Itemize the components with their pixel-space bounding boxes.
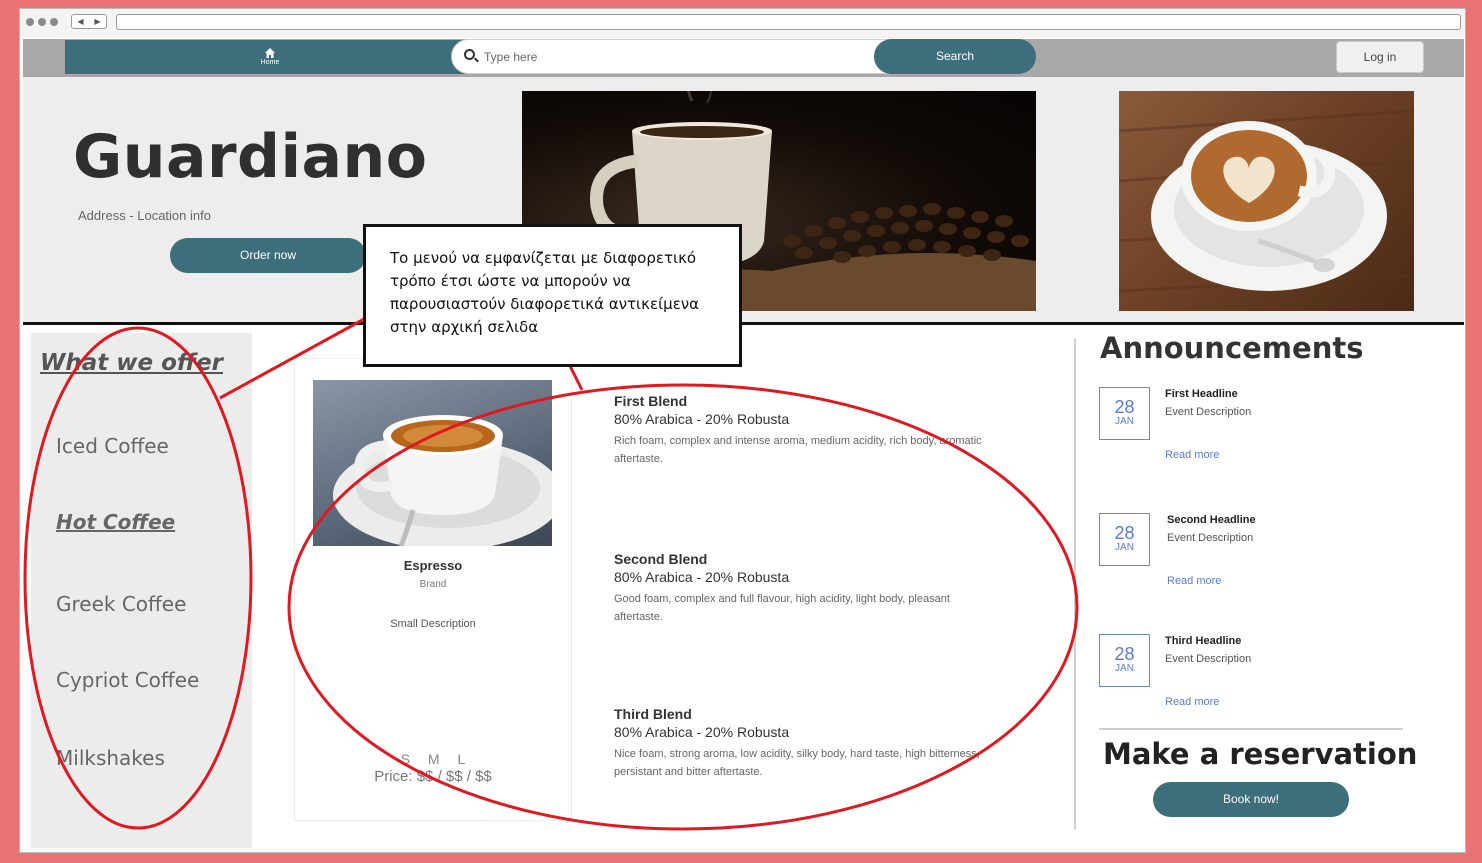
sidebar-title: What we offer	[40, 350, 224, 376]
announcement-headline: Third Headline	[1165, 635, 1242, 647]
date-month: JAN	[1115, 663, 1134, 674]
blend-description: Rich foam, complex and intense aroma, me…	[614, 435, 982, 465]
reservation-divider	[1099, 728, 1403, 730]
blend-composition: 80% Arabica - 20% Robusta	[614, 411, 790, 427]
sidebar-item-greek-coffee[interactable]: Greek Coffee	[56, 592, 186, 616]
hero-section: Guardiano Address - Location info Order …	[23, 77, 1464, 323]
blend-item[interactable]: First Blend 80% Arabica - 20% Robusta Ri…	[614, 393, 994, 468]
product-description: Small Description	[390, 618, 476, 630]
product-sizes[interactable]: S M L	[295, 751, 571, 767]
date-month: JAN	[1115, 542, 1134, 553]
product-card[interactable]: Espresso Brand Small Description S M L P…	[294, 358, 572, 821]
window-controls	[26, 18, 58, 26]
browser-chrome: ◀ ▶	[20, 9, 1465, 38]
home-icon	[265, 48, 275, 58]
column-divider	[1074, 339, 1076, 829]
blend-description: Nice foam, strong aroma, low acidity, si…	[614, 748, 980, 778]
read-more-link[interactable]: Read more	[1167, 575, 1221, 587]
date-day: 28	[1114, 523, 1135, 543]
blend-item[interactable]: Second Blend 80% Arabica - 20% Robusta G…	[614, 551, 994, 626]
blend-composition: 80% Arabica - 20% Robusta	[614, 569, 790, 585]
announcements-title: Announcements	[1100, 331, 1364, 365]
nav-home-area: Home	[65, 40, 475, 74]
blend-name: First Blend	[614, 393, 688, 409]
search-bar: Search	[451, 39, 1036, 74]
home-button[interactable]: Home	[255, 45, 285, 71]
announcement-item: 28 JAN Second Headline Event Description…	[1099, 513, 1409, 593]
brand-title: Guardiano	[73, 122, 428, 192]
date-month: JAN	[1115, 416, 1134, 427]
sidebar-item-cypriot-coffee[interactable]: Cypriot Coffee	[56, 668, 199, 692]
annotation-note: Το μενού να εμφανίζεται με διαφορετικό τ…	[363, 224, 742, 367]
read-more-link[interactable]: Read more	[1165, 696, 1219, 708]
login-button[interactable]: Log in	[1336, 41, 1424, 73]
book-now-button[interactable]: Book now!	[1153, 782, 1349, 817]
section-divider	[23, 322, 1464, 325]
product-name: Espresso	[403, 558, 463, 573]
search-input[interactable]	[484, 48, 864, 66]
site-navbar: Home Search Log in	[23, 39, 1464, 77]
announcement-item: 28 JAN Third Headline Event Description …	[1099, 634, 1409, 714]
home-label: Home	[260, 59, 280, 66]
espresso-photo	[313, 380, 552, 546]
announcement-description: Event Description	[1165, 406, 1252, 418]
window-dot[interactable]	[26, 18, 34, 26]
menu-sidebar: What we offer Iced Coffee Hot Coffee Gre…	[31, 333, 252, 848]
date-badge: 28 JAN	[1099, 513, 1150, 566]
date-day: 28	[1114, 397, 1135, 417]
blend-item[interactable]: Third Blend 80% Arabica - 20% Robusta Ni…	[614, 706, 994, 781]
announcement-headline: First Headline	[1165, 388, 1238, 400]
search-button[interactable]: Search	[874, 39, 1036, 74]
latte-art-photo	[1119, 91, 1414, 311]
blend-name: Second Blend	[614, 551, 708, 567]
forward-icon[interactable]: ▶	[94, 17, 100, 26]
announcement-headline: Second Headline	[1167, 514, 1256, 526]
blend-description: Good foam, complex and full flavour, hig…	[614, 593, 950, 623]
read-more-link[interactable]: Read more	[1165, 449, 1219, 461]
product-price: Price: $$ / $$ / $$	[374, 768, 492, 785]
order-now-button[interactable]: Order now	[170, 238, 366, 273]
window-dot[interactable]	[38, 18, 46, 26]
blend-composition: 80% Arabica - 20% Robusta	[614, 724, 790, 740]
date-day: 28	[1114, 644, 1135, 664]
reservation-title: Make a reservation	[1103, 737, 1418, 771]
address-text: Address - Location info	[78, 208, 211, 223]
date-badge: 28 JAN	[1099, 634, 1150, 687]
blend-name: Third Blend	[614, 706, 692, 722]
date-badge: 28 JAN	[1099, 387, 1150, 440]
back-icon[interactable]: ◀	[77, 17, 83, 26]
browser-window: ◀ ▶ Home Search Log in Guardiano Address…	[19, 8, 1466, 853]
address-bar[interactable]	[116, 14, 1461, 30]
search-icon	[464, 49, 475, 60]
sidebar-item-milkshakes[interactable]: Milkshakes	[56, 746, 165, 770]
product-brand: Brand	[419, 579, 447, 590]
sidebar-item-iced-coffee[interactable]: Iced Coffee	[56, 434, 169, 458]
browser-nav-buttons: ◀ ▶	[71, 14, 107, 29]
announcement-item: 28 JAN First Headline Event Description …	[1099, 387, 1409, 467]
announcement-description: Event Description	[1165, 653, 1252, 665]
announcement-description: Event Description	[1167, 532, 1254, 544]
window-dot[interactable]	[50, 18, 58, 26]
sidebar-item-hot-coffee[interactable]: Hot Coffee	[56, 510, 175, 534]
